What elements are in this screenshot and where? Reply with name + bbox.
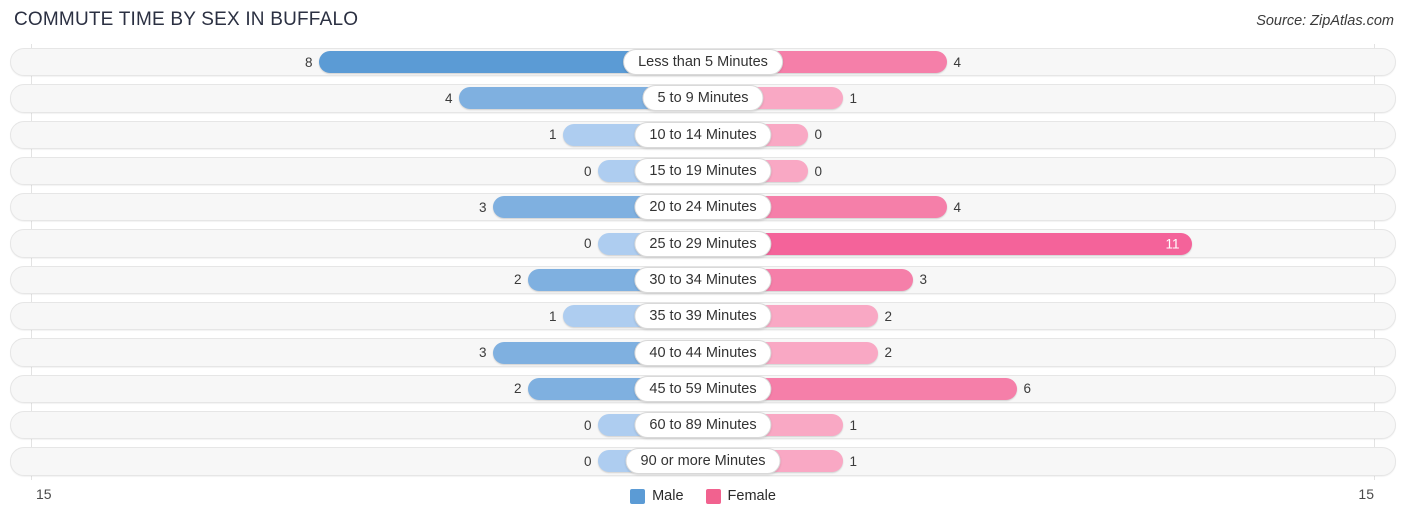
male-value-label: 8: [304, 54, 313, 70]
female-value-label: 3: [919, 272, 928, 288]
page-title: COMMUTE TIME BY SEX IN BUFFALO: [14, 9, 359, 30]
category-label[interactable]: 40 to 44 Minutes: [634, 339, 772, 366]
chart-footer: 15 15 Male Female: [0, 480, 1406, 523]
female-side: 0: [702, 160, 1375, 183]
female-side: 1: [702, 414, 1375, 437]
category-label[interactable]: 90 or more Minutes: [625, 448, 781, 475]
plot-area: 8 4 Less than 5 Minutes 4 1 5 to 9 Minutes 1 0 1…: [0, 44, 1406, 480]
category-label[interactable]: 60 to 89 Minutes: [634, 412, 772, 439]
female-side: 3: [702, 268, 1375, 291]
chart-header: COMMUTE TIME BY SEX IN BUFFALO Source: Z…: [0, 0, 1406, 44]
male-value-label: 2: [513, 272, 522, 288]
female-value-label: 2: [884, 345, 893, 361]
bar-row[interactable]: 0 1 60 to 89 Minutes: [0, 407, 1406, 443]
male-value-label: 3: [478, 345, 487, 361]
category-label[interactable]: 20 to 24 Minutes: [634, 194, 772, 221]
female-side: 4: [702, 51, 1375, 74]
female-bar[interactable]: 11: [702, 232, 1192, 255]
legend-label: Male: [652, 488, 684, 504]
female-side: 11: [702, 232, 1375, 255]
male-side: 8: [31, 51, 703, 74]
female-value-label: 1: [849, 417, 858, 433]
category-label[interactable]: 25 to 29 Minutes: [634, 230, 772, 257]
male-value-label: 2: [513, 381, 522, 397]
legend-swatch-icon: [705, 488, 721, 504]
female-value-label: 0: [814, 127, 823, 143]
chart-legend: Male Female: [0, 488, 1406, 504]
male-value-label: 0: [583, 236, 592, 252]
male-value-label: 0: [583, 417, 592, 433]
male-value-label: 3: [478, 199, 487, 215]
male-side: 2: [31, 377, 703, 400]
male-side: 1: [31, 123, 703, 146]
female-value-label: 0: [814, 163, 823, 179]
chart-container: COMMUTE TIME BY SEX IN BUFFALO Source: Z…: [0, 0, 1406, 523]
bar-row[interactable]: 0 11 25 to 29 Minutes: [0, 225, 1406, 261]
bar-row[interactable]: 1 2 35 to 39 Minutes: [0, 298, 1406, 334]
bar-row[interactable]: 2 3 30 to 34 Minutes: [0, 262, 1406, 298]
female-value-label: 4: [953, 54, 962, 70]
male-side: 0: [31, 160, 703, 183]
category-label[interactable]: 10 to 14 Minutes: [634, 121, 772, 148]
male-side: 0: [31, 232, 703, 255]
female-side: 1: [702, 87, 1375, 110]
female-value-label: 1: [849, 90, 858, 106]
category-label[interactable]: 5 to 9 Minutes: [642, 85, 764, 112]
category-label[interactable]: 35 to 39 Minutes: [634, 303, 772, 330]
male-side: 0: [31, 450, 703, 473]
legend-label: Female: [727, 488, 776, 504]
male-side: 2: [31, 268, 703, 291]
male-side: 0: [31, 414, 703, 437]
female-value-label: 2: [884, 308, 893, 324]
bar-row[interactable]: 3 4 20 to 24 Minutes: [0, 189, 1406, 225]
female-side: 6: [702, 377, 1375, 400]
category-label[interactable]: Less than 5 Minutes: [623, 49, 783, 76]
female-value-label: 1: [849, 453, 858, 469]
male-side: 3: [31, 196, 703, 219]
male-value-label: 1: [548, 308, 557, 324]
source-attribution: Source: ZipAtlas.com: [1256, 13, 1394, 29]
legend-swatch-icon: [630, 488, 646, 504]
male-value-label: 1: [548, 127, 557, 143]
female-side: 0: [702, 123, 1375, 146]
male-value-label: 4: [444, 90, 453, 106]
bar-row-list: 8 4 Less than 5 Minutes 4 1 5 to 9 Minutes 1 0 1…: [0, 44, 1406, 480]
female-side: 2: [702, 305, 1375, 328]
male-value-label: 0: [583, 163, 592, 179]
female-value-label: 4: [953, 199, 962, 215]
bar-row[interactable]: 4 1 5 to 9 Minutes: [0, 80, 1406, 116]
bar-row[interactable]: 0 0 15 to 19 Minutes: [0, 153, 1406, 189]
female-side: 2: [702, 341, 1375, 364]
female-side: 4: [702, 196, 1375, 219]
male-side: 4: [31, 87, 703, 110]
male-side: 1: [31, 305, 703, 328]
bar-row[interactable]: 8 4 Less than 5 Minutes: [0, 44, 1406, 80]
bar-row[interactable]: 3 2 40 to 44 Minutes: [0, 334, 1406, 370]
legend-item-male[interactable]: Male: [630, 488, 684, 504]
category-label[interactable]: 45 to 59 Minutes: [634, 375, 772, 402]
male-value-label: 0: [583, 453, 592, 469]
bar-row[interactable]: 1 0 10 to 14 Minutes: [0, 117, 1406, 153]
category-label[interactable]: 30 to 34 Minutes: [634, 266, 772, 293]
bar-row[interactable]: 2 6 45 to 59 Minutes: [0, 371, 1406, 407]
female-side: 1: [702, 450, 1375, 473]
category-label[interactable]: 15 to 19 Minutes: [634, 158, 772, 185]
legend-item-female[interactable]: Female: [705, 488, 776, 504]
female-value-label: 6: [1023, 381, 1032, 397]
male-side: 3: [31, 341, 703, 364]
female-value-label: 11: [1165, 236, 1180, 252]
bar-row[interactable]: 0 1 90 or more Minutes: [0, 443, 1406, 479]
